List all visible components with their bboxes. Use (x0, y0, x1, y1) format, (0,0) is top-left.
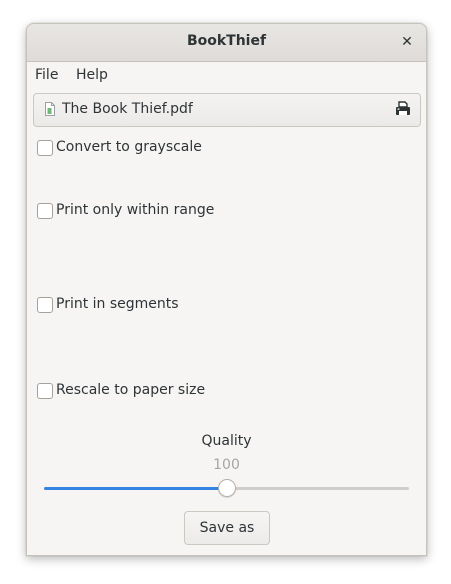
print-range-label: Print only within range (56, 202, 215, 218)
grayscale-label: Convert to grayscale (56, 139, 202, 155)
title-bar[interactable]: BookThief ✕ (27, 24, 426, 62)
quality-value: 100 (213, 457, 240, 473)
menu-file[interactable]: File (35, 67, 58, 83)
print-segments-checkbox[interactable] (37, 297, 53, 313)
rescale-label: Rescale to paper size (56, 382, 206, 398)
selected-file-name: The Book Thief.pdf (62, 101, 193, 117)
print-range-checkbox[interactable] (37, 203, 53, 219)
printer-icon (396, 101, 410, 115)
rescale-checkbox[interactable] (37, 383, 53, 399)
menu-help[interactable]: Help (76, 67, 108, 83)
quality-slider-fill (44, 487, 227, 490)
close-icon: ✕ (401, 34, 413, 50)
quality-slider[interactable] (44, 479, 409, 497)
print-segments-label: Print in segments (56, 296, 179, 312)
quality-slider-handle[interactable] (217, 479, 236, 497)
document-icon (45, 102, 55, 116)
close-button[interactable]: ✕ (396, 31, 418, 53)
file-chooser-button[interactable]: The Book Thief.pdf (33, 93, 421, 127)
quality-label: Quality (201, 433, 252, 449)
menu-bar: File Help (27, 62, 426, 88)
grayscale-checkbox[interactable] (37, 140, 53, 156)
save-as-button[interactable]: Save as (184, 511, 270, 545)
app-window: BookThief ✕ File Help The Book Thief.pdf… (26, 23, 427, 556)
window-title: BookThief (186, 33, 267, 49)
